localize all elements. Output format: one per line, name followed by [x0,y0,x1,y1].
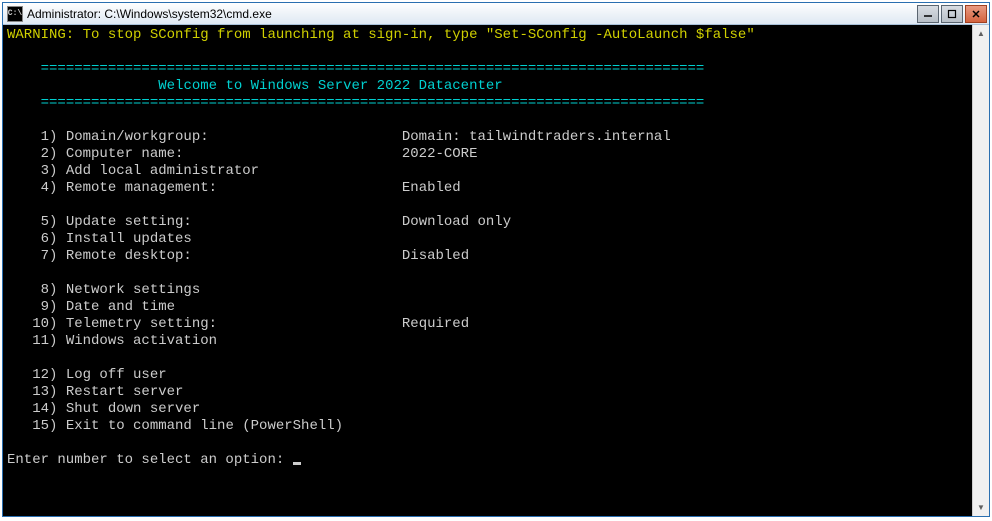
menu-label: Exit to command line (PowerShell) [66,418,343,434]
menu-value: 2022-CORE [402,146,478,162]
menu-item [7,350,968,367]
minimize-button[interactable] [917,5,939,23]
menu-number: 9) [7,299,66,315]
menu-value: Download only [402,214,511,230]
minimize-icon [923,9,933,19]
menu-label: Computer name: [66,146,184,162]
scroll-up-button[interactable]: ▲ [973,25,989,42]
menu-number: 15) [7,418,66,434]
maximize-button[interactable] [941,5,963,23]
console-output[interactable]: WARNING: To stop SConfig from launching … [3,25,972,516]
menu-number: 11) [7,333,66,349]
menu-number: 12) [7,367,66,383]
menu-item[interactable]: 14) Shut down server [7,401,968,418]
menu-label: Update setting: [66,214,192,230]
close-icon [971,9,981,19]
menu-label: Remote management: [66,180,217,196]
menu-number: 14) [7,401,66,417]
menu-item [7,197,968,214]
menu-number: 10) [7,316,66,332]
menu-label: Restart server [66,384,184,400]
menu-label: Shut down server [66,401,200,417]
divider-top: ========================================… [7,61,704,77]
menu-label: Add local administrator [66,163,259,179]
menu-item[interactable]: 5) Update setting: Download only [7,214,968,231]
window-title: Administrator: C:\Windows\system32\cmd.e… [27,7,917,21]
maximize-icon [947,9,957,19]
menu-label: Remote desktop: [66,248,192,264]
menu-item[interactable]: 12) Log off user [7,367,968,384]
menu-number: 3) [7,163,66,179]
menu-number: 13) [7,384,66,400]
menu-item [7,265,968,282]
menu-list: 1) Domain/workgroup: Domain: tailwindtra… [7,129,968,435]
menu-item[interactable]: 6) Install updates [7,231,968,248]
menu-item[interactable]: 1) Domain/workgroup: Domain: tailwindtra… [7,129,968,146]
menu-item[interactable]: 2) Computer name: 2022-CORE [7,146,968,163]
cmd-window: C:\ Administrator: C:\Windows\system32\c… [2,2,990,517]
menu-item[interactable]: 15) Exit to command line (PowerShell) [7,418,968,435]
menu-number: 4) [7,180,66,196]
vertical-scrollbar[interactable]: ▲ ▼ [972,25,989,516]
menu-value: Enabled [402,180,461,196]
menu-value: Required [402,316,469,332]
menu-item[interactable]: 10) Telemetry setting: Required [7,316,968,333]
scroll-down-button[interactable]: ▼ [973,499,989,516]
cmd-icon: C:\ [7,6,23,22]
menu-number: 8) [7,282,66,298]
warning-text: WARNING: To stop SConfig from launching … [7,27,755,43]
menu-item[interactable]: 9) Date and time [7,299,968,316]
menu-item[interactable]: 8) Network settings [7,282,968,299]
menu-number: 7) [7,248,66,264]
window-controls [917,5,987,23]
banner-text: Welcome to Windows Server 2022 Datacente… [7,78,503,94]
menu-label: Network settings [66,282,200,298]
prompt-text: Enter number to select an option: [7,452,293,468]
menu-label: Windows activation [66,333,217,349]
menu-number: 2) [7,146,66,162]
menu-item[interactable]: 4) Remote management: Enabled [7,180,968,197]
close-button[interactable] [965,5,987,23]
menu-label: Domain/workgroup: [66,129,209,145]
menu-item[interactable]: 3) Add local administrator [7,163,968,180]
menu-number: 5) [7,214,66,230]
menu-number: 6) [7,231,66,247]
titlebar[interactable]: C:\ Administrator: C:\Windows\system32\c… [3,3,989,25]
menu-item[interactable]: 7) Remote desktop: Disabled [7,248,968,265]
menu-number: 1) [7,129,66,145]
menu-item[interactable]: 13) Restart server [7,384,968,401]
divider-bottom: ========================================… [7,95,704,111]
menu-label: Telemetry setting: [66,316,217,332]
menu-item[interactable]: 11) Windows activation [7,333,968,350]
cursor [293,462,301,465]
menu-label: Log off user [66,367,167,383]
menu-label: Install updates [66,231,192,247]
console-area: WARNING: To stop SConfig from launching … [3,25,989,516]
menu-value: Disabled [402,248,469,264]
menu-value: Domain: tailwindtraders.internal [402,129,671,145]
menu-label: Date and time [66,299,175,315]
